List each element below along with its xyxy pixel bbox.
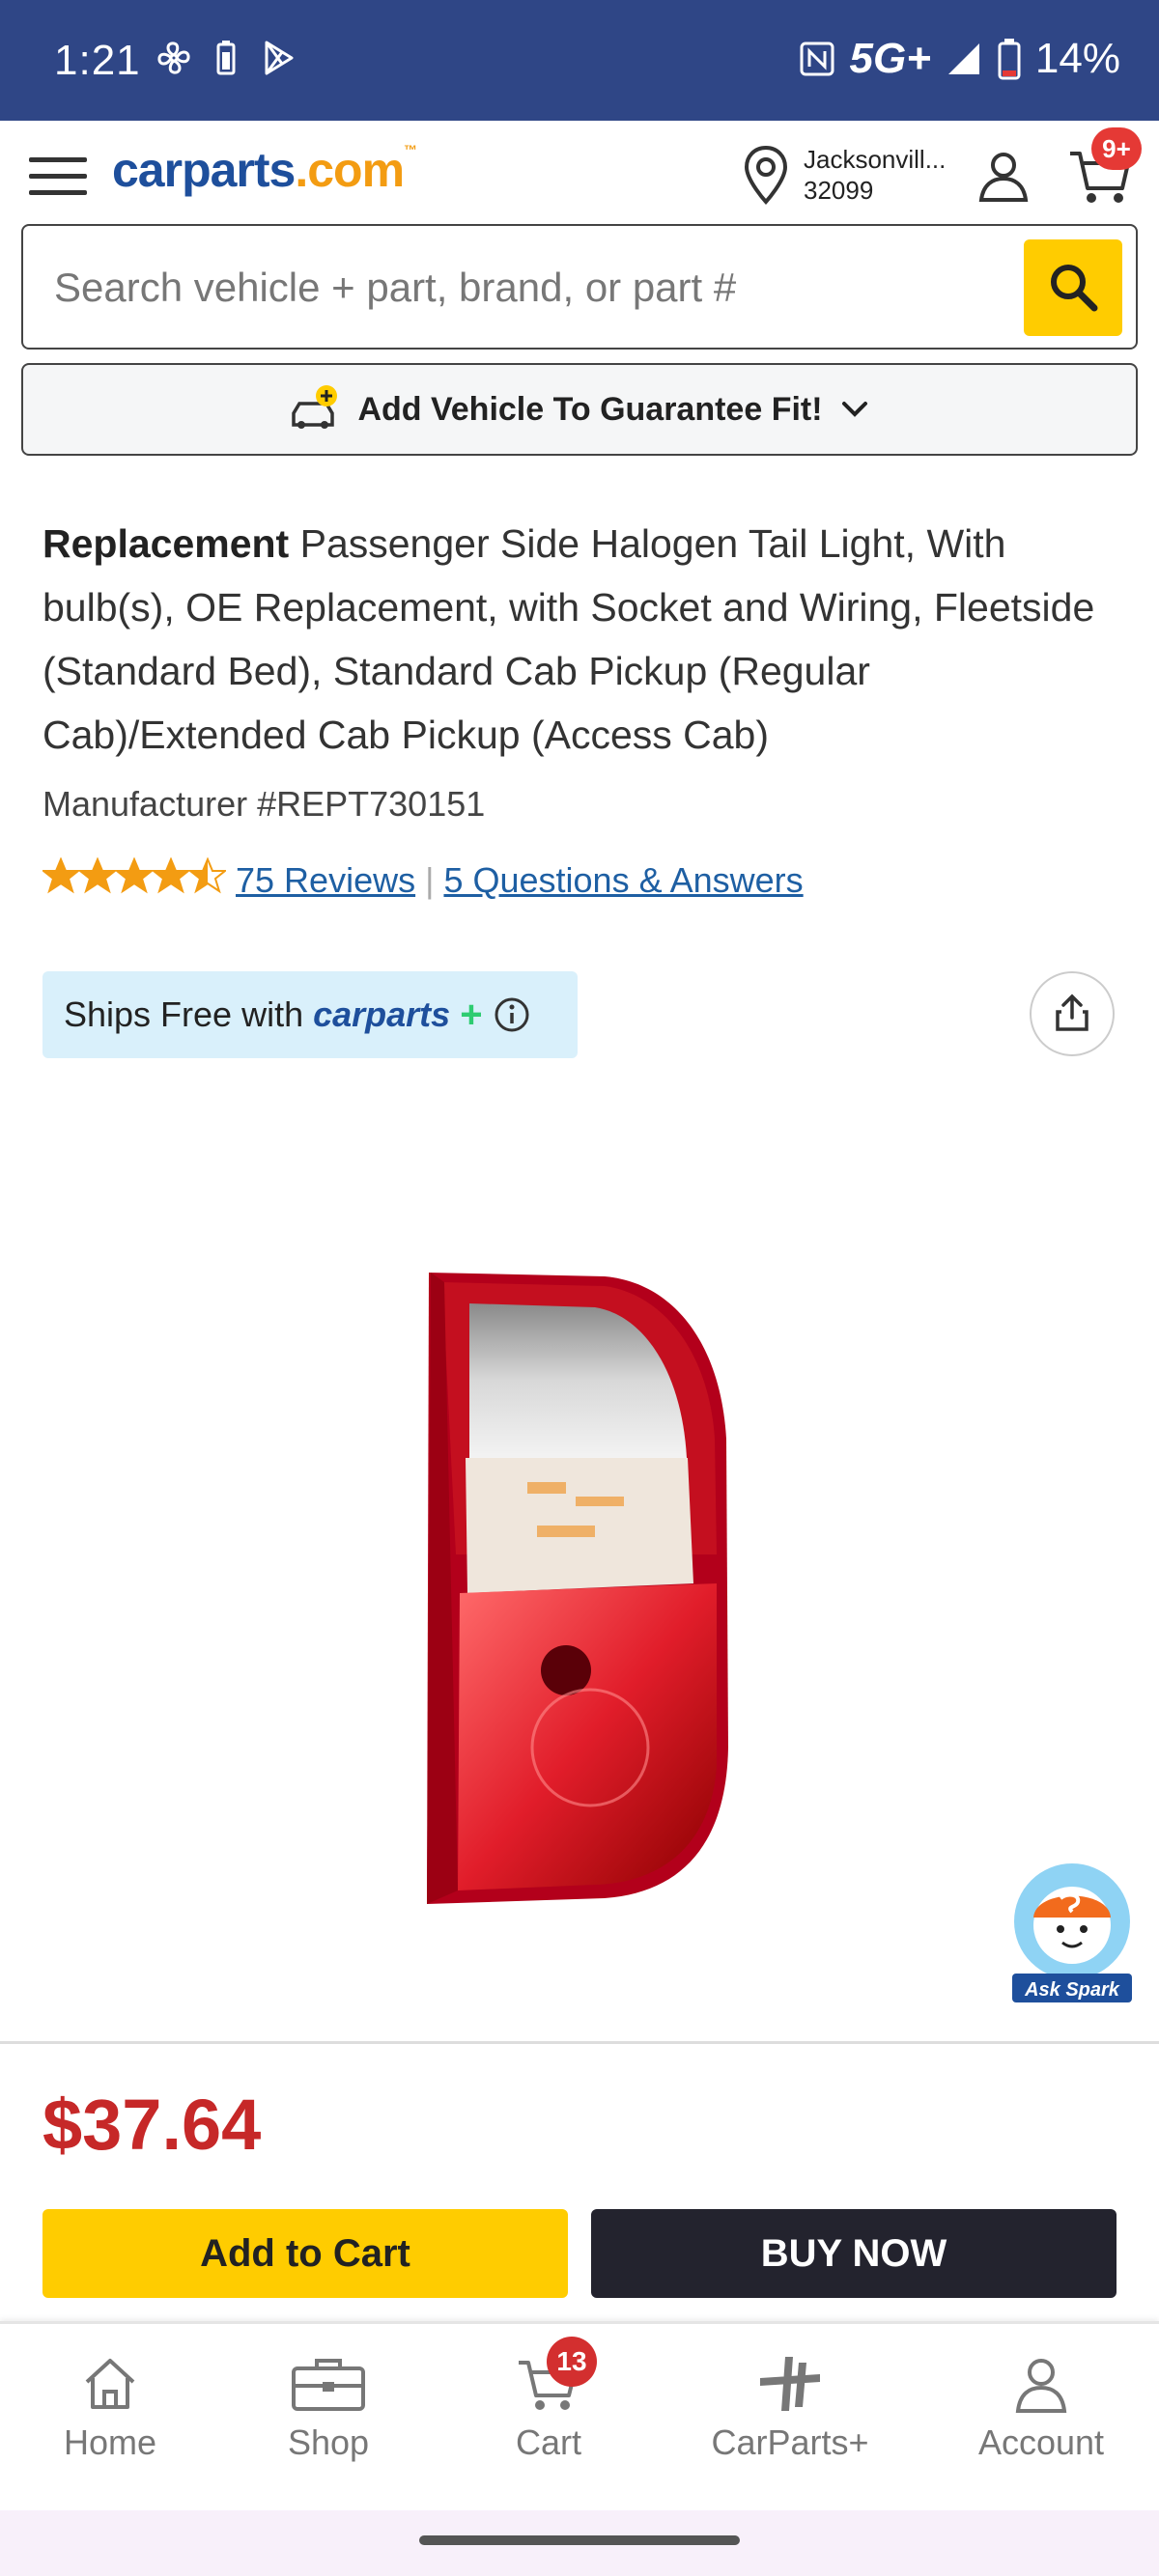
- nav-cart-label: Cart: [515, 2422, 581, 2462]
- play-store-icon: [265, 41, 294, 75]
- star-icon: [41, 856, 228, 894]
- header-cart-badge: 9+: [1091, 127, 1142, 170]
- ships-free-text: Ships Free with: [64, 994, 304, 1034]
- site-logo[interactable]: carparts.com™: [112, 142, 417, 198]
- vehicle-add-icon: [292, 385, 338, 429]
- status-icons: [155, 39, 297, 77]
- nav-cart-badge: 13: [547, 2337, 597, 2387]
- add-vehicle-label: Add Vehicle To Guarantee Fit!: [357, 390, 823, 428]
- location-selector[interactable]: Jacksonvill... 32099: [804, 144, 946, 206]
- price-divider: [0, 2041, 1159, 2044]
- network-label: 5G+: [849, 35, 931, 82]
- nfc-icon: [800, 42, 834, 76]
- chevron-down-icon: [841, 402, 867, 417]
- search-input[interactable]: [54, 255, 1020, 321]
- search-button[interactable]: [1024, 239, 1122, 336]
- manufacturer-number: Manufacturer #REPT730151: [42, 784, 486, 824]
- status-time: 1:21: [54, 37, 141, 84]
- site-header: carparts.com™ Jacksonvill... 32099: [0, 121, 1159, 217]
- rating-separator: |: [425, 860, 435, 900]
- ships-free-brand: carparts: [313, 994, 451, 1034]
- share-button[interactable]: [1030, 971, 1115, 1056]
- product-title: Replacement Passenger Side Halogen Tail …: [42, 512, 1124, 767]
- reviews-link[interactable]: 75 Reviews: [236, 860, 415, 901]
- nav-home[interactable]: Home: [14, 2353, 207, 2463]
- buy-now-button[interactable]: BUY NOW: [591, 2209, 1117, 2298]
- nav-shop-label: Shop: [287, 2422, 370, 2462]
- home-icon: [85, 2359, 135, 2409]
- logo-text: carparts: [112, 143, 296, 197]
- battery-icon: [998, 39, 1021, 80]
- ships-free-badge[interactable]: Ships Free with carparts +: [42, 971, 578, 1058]
- product-image[interactable]: [421, 1265, 740, 1912]
- fan-icon: [157, 42, 190, 74]
- logo-domain: .com: [295, 143, 405, 197]
- toolbox-icon: [292, 2359, 365, 2411]
- nav-carparts-plus-label: CarParts+: [711, 2422, 869, 2462]
- logo-tm: ™: [404, 142, 417, 157]
- nav-home-label: Home: [63, 2422, 157, 2462]
- menu-icon[interactable]: [29, 157, 87, 198]
- star-rating: [41, 856, 228, 904]
- ask-spark-label: Ask Spark: [1025, 1979, 1119, 2001]
- share-icon: [1056, 994, 1088, 1031]
- location-city: Jacksonvill...: [804, 145, 947, 174]
- battery-percent: 14%: [1034, 35, 1120, 82]
- ships-free-plus: +: [460, 993, 483, 1036]
- nav-account[interactable]: Account: [945, 2353, 1138, 2463]
- home-gesture-bar[interactable]: [419, 2535, 740, 2545]
- add-to-cart-button[interactable]: Add to Cart: [42, 2209, 568, 2298]
- location-zip: 32099: [804, 176, 874, 205]
- product-price: $37.64: [42, 2085, 262, 2165]
- info-icon[interactable]: [493, 995, 531, 1034]
- qa-link[interactable]: 5 Questions & Answers: [443, 860, 803, 901]
- search-icon: [1051, 264, 1098, 311]
- nav-account-label: Account: [977, 2422, 1105, 2462]
- nav-shop[interactable]: Shop: [232, 2353, 425, 2463]
- nav-carparts-plus[interactable]: CarParts+: [693, 2353, 887, 2463]
- status-bar: 1:21 5G+ 14%: [0, 0, 1159, 121]
- add-vehicle-button[interactable]: Add Vehicle To Guarantee Fit!: [21, 363, 1138, 456]
- battery-small-icon: [216, 41, 236, 75]
- status-right: 5G+ 14%: [798, 35, 1120, 83]
- carparts-plus-icon: [760, 2357, 820, 2411]
- account-icon[interactable]: [975, 148, 1032, 204]
- rating-row: 75 Reviews | 5 Questions & Answers: [41, 856, 804, 904]
- location-pin-icon[interactable]: [740, 144, 792, 206]
- search-bar: [21, 224, 1138, 350]
- account-nav-icon: [1015, 2359, 1067, 2413]
- ask-spark-button[interactable]: Ask Spark: [1008, 1860, 1136, 2004]
- product-title-bold: Replacement: [42, 521, 290, 566]
- signal-icon: [947, 43, 979, 74]
